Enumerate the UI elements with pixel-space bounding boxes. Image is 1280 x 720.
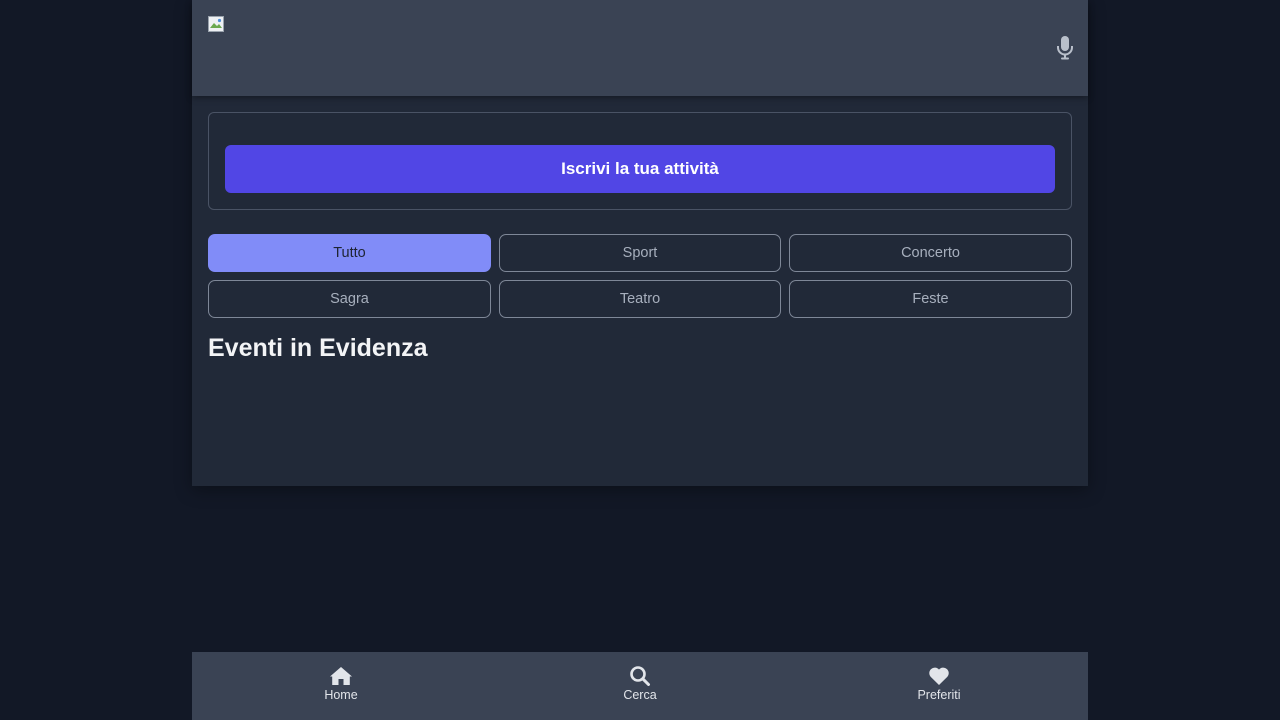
nav-search[interactable]: Cerca [580,652,700,720]
home-icon [330,667,352,685]
category-chip-teatro[interactable]: Teatro [499,280,781,318]
broken-image-icon [208,16,224,32]
category-chip-concerto[interactable]: Concerto [789,234,1072,272]
category-chip-tutto[interactable]: Tutto [208,234,491,272]
category-chip-feste[interactable]: Feste [789,280,1072,318]
app-panel: Iscrivi la tua attività Tutto Sport Conc… [192,0,1088,486]
header [192,0,1088,96]
bottom-navigation: Home Cerca Preferiti [192,652,1088,720]
register-business-card: Iscrivi la tua attività [208,112,1072,210]
nav-favorites-label: Preferiti [917,688,961,702]
heart-icon [929,667,949,685]
category-chip-sport[interactable]: Sport [499,234,781,272]
register-business-button[interactable]: Iscrivi la tua attività [225,145,1055,193]
nav-favorites[interactable]: Preferiti [879,652,999,720]
microphone-icon[interactable] [1056,36,1074,60]
section-title: Eventi in Evidenza [208,334,428,362]
nav-search-label: Cerca [623,688,657,702]
category-chip-sagra[interactable]: Sagra [208,280,491,318]
nav-home-label: Home [324,688,358,702]
nav-home[interactable]: Home [281,652,401,720]
search-icon [630,666,650,686]
